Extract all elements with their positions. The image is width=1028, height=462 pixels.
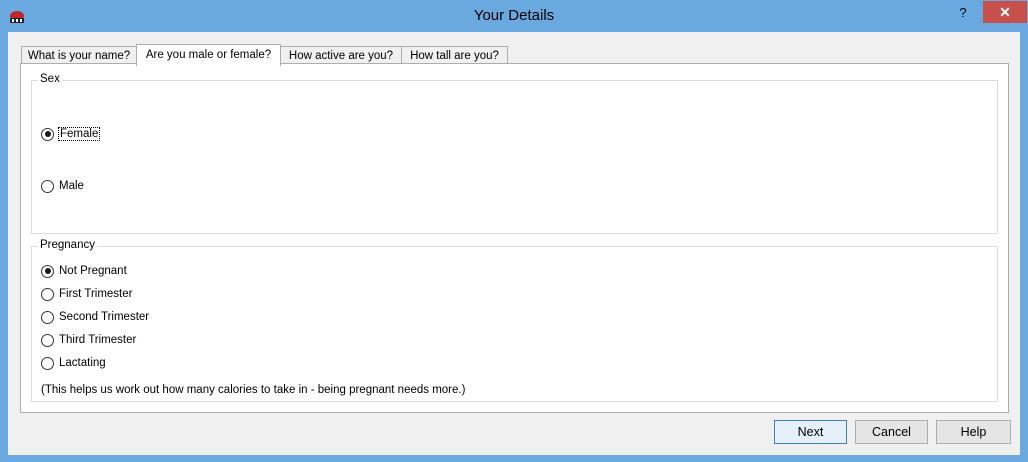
radio-lactating[interactable]: Lactating bbox=[41, 355, 106, 371]
title-help-button[interactable]: ? bbox=[948, 3, 978, 23]
close-icon: ✕ bbox=[999, 4, 1011, 20]
radio-checked-icon bbox=[41, 264, 54, 278]
pregnancy-group: Pregnancy Not Pregnant First Trimester S… bbox=[31, 239, 998, 402]
radio-female[interactable]: Female bbox=[41, 126, 101, 142]
radio-third-trimester[interactable]: Third Trimester bbox=[41, 332, 136, 348]
radio-unchecked-icon bbox=[41, 356, 54, 370]
tab-panel: Sex Female Male Pregnancy Not Pregnant F… bbox=[20, 63, 1009, 413]
dialog-window: Your Details ? ✕ What is your name? Are … bbox=[0, 0, 1028, 462]
radio-unchecked-icon bbox=[41, 333, 54, 347]
sex-group: Sex Female Male bbox=[31, 73, 998, 234]
radio-first-trimester[interactable]: First Trimester bbox=[41, 286, 132, 302]
next-button[interactable]: Next bbox=[774, 420, 847, 444]
radio-label: Not Pregnant bbox=[59, 265, 127, 277]
radio-male[interactable]: Male bbox=[41, 178, 84, 194]
sex-group-label: Sex bbox=[38, 73, 62, 85]
radio-label: Male bbox=[59, 180, 84, 192]
radio-not-pregnant[interactable]: Not Pregnant bbox=[41, 263, 127, 279]
pregnancy-note: (This helps us work out how many calorie… bbox=[41, 384, 466, 396]
radio-unchecked-icon bbox=[41, 287, 54, 301]
radio-label: Lactating bbox=[59, 357, 106, 369]
title-bar[interactable]: Your Details ? ✕ bbox=[1, 1, 1027, 32]
radio-label: Third Trimester bbox=[59, 334, 137, 346]
radio-checked-icon bbox=[41, 127, 54, 141]
pregnancy-group-label: Pregnancy bbox=[38, 239, 97, 251]
radio-second-trimester[interactable]: Second Trimester bbox=[41, 309, 149, 325]
radio-unchecked-icon bbox=[41, 179, 54, 193]
window-title: Your Details bbox=[473, 7, 555, 24]
help-button[interactable]: Help bbox=[936, 420, 1011, 444]
dialog-client-area: What is your name? Are you male or femal… bbox=[8, 32, 1020, 455]
tab-sex[interactable]: Are you male or female? bbox=[136, 44, 281, 66]
radio-label: First Trimester bbox=[59, 288, 133, 300]
radio-unchecked-icon bbox=[41, 310, 54, 324]
radio-label: Second Trimester bbox=[59, 311, 150, 323]
radio-label: Female bbox=[57, 127, 101, 141]
cancel-button[interactable]: Cancel bbox=[855, 420, 928, 444]
close-button[interactable]: ✕ bbox=[983, 1, 1027, 23]
